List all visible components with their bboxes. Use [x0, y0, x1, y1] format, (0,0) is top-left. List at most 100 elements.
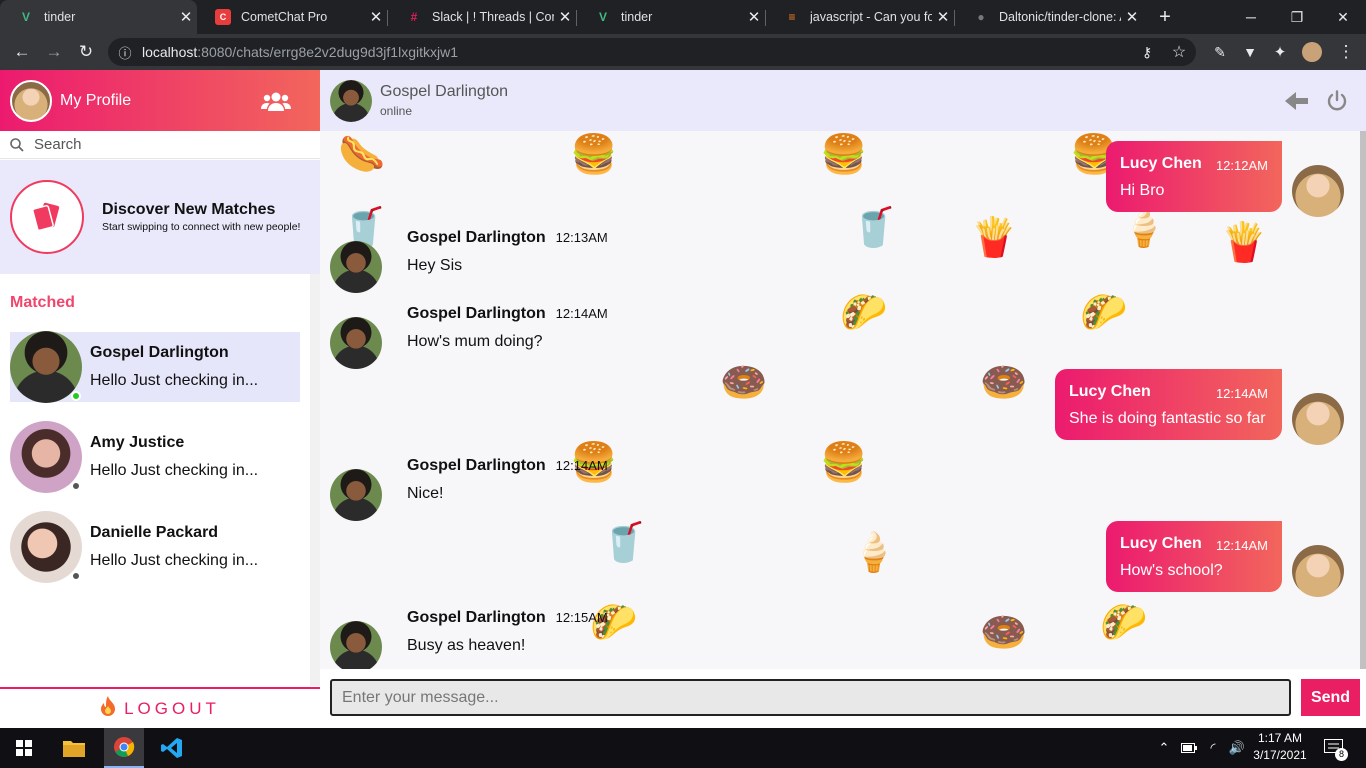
new-tab-button[interactable]: + — [1150, 0, 1180, 34]
close-tab-icon[interactable]: ✕ — [365, 8, 387, 26]
extension-icon[interactable]: ✎ — [1206, 34, 1234, 70]
match-meta: Gospel Darlington Hello Just checking in… — [90, 344, 258, 390]
messages-scrollbar[interactable] — [1360, 131, 1366, 669]
notifications-icon[interactable]: 8 — [1316, 728, 1352, 768]
message-bubble-sent[interactable]: Lucy Chen 12:14AM She is doing fantastic… — [1055, 369, 1282, 440]
message-header: Gospel Darlington 12:14AM — [407, 457, 608, 475]
match-meta: Danielle Packard Hello Just checking in.… — [90, 524, 258, 570]
close-tab-icon[interactable]: ✕ — [932, 8, 954, 26]
back-arrow-icon[interactable] — [1282, 86, 1312, 116]
contact-avatar[interactable] — [330, 79, 372, 122]
message-received[interactable]: Gospel Darlington 12:14AM How's mum doing… — [330, 305, 608, 369]
contact-info: Gospel Darlington online — [380, 83, 1282, 118]
new-tab-label: + — [1159, 5, 1171, 28]
message-time: 12:14AM — [555, 458, 608, 473]
food-pattern-icon: 🥤 — [850, 207, 898, 249]
close-tab-icon[interactable]: ✕ — [743, 8, 765, 26]
back-nav-icon[interactable]: ← — [8, 34, 36, 70]
send-button[interactable]: Send — [1301, 679, 1360, 716]
system-clock[interactable]: 1:17 AM 3/17/2021 — [1250, 730, 1310, 764]
message-text: Hi Bro — [1120, 182, 1165, 199]
message-list: 🌭 🍔 🍔 🍔 🥤 🥤 🍦 🍟 🍟 🌮 🌮 🍩 🍩 🍔 🍔 🥤 🥤 🍦 🌮 🌮 … — [320, 131, 1360, 669]
file-explorer-icon[interactable] — [54, 728, 94, 768]
chevron-up-icon[interactable]: ⌃ — [1152, 728, 1176, 768]
vscode-icon[interactable] — [152, 728, 192, 768]
match-item-danielle-packard[interactable]: Danielle Packard Hello Just checking in.… — [10, 511, 300, 583]
message-input[interactable] — [330, 679, 1291, 716]
flame-icon — [100, 696, 116, 721]
cometchat-logo-icon: C — [215, 9, 231, 25]
match-name: Gospel Darlington — [90, 344, 229, 361]
match-name: Danielle Packard — [90, 524, 219, 541]
message-time: 12:13AM — [555, 230, 608, 245]
chrome-icon[interactable] — [104, 728, 144, 768]
match-item-amy-justice[interactable]: Amy Justice Hello Just checking in... — [10, 421, 300, 493]
close-window-button[interactable]: ✕ — [1320, 0, 1366, 34]
vue-logo-icon: V — [598, 10, 607, 24]
wifi-icon[interactable]: ◜ — [1202, 728, 1224, 768]
people-icon[interactable] — [260, 89, 292, 113]
forward-nav-icon[interactable]: → — [40, 34, 68, 70]
volume-icon[interactable]: 🔊 — [1226, 728, 1248, 768]
windows-start-icon[interactable] — [4, 728, 44, 768]
food-pattern-icon: 🌮 — [1100, 602, 1148, 644]
match-avatar — [10, 511, 82, 583]
battery-icon[interactable] — [1178, 728, 1200, 768]
food-pattern-icon: 🍦 — [850, 532, 898, 574]
message-bubble-sent[interactable]: Lucy Chen 12:14AM How's school? — [1106, 521, 1282, 592]
message-body: Gospel Darlington 12:14AM Nice! — [407, 457, 608, 521]
match-name: Amy Justice — [90, 434, 185, 451]
cards-icon — [10, 180, 84, 254]
slack-logo-icon: # — [410, 10, 418, 24]
power-icon[interactable] — [1322, 86, 1352, 116]
match-meta: Amy Justice Hello Just checking in... — [90, 434, 258, 480]
close-tab-icon[interactable]: ✕ — [554, 8, 576, 26]
food-pattern-icon: 🍟 — [1220, 222, 1268, 264]
contact-status: online — [380, 104, 413, 118]
match-preview: Hello Just checking in... — [90, 552, 259, 569]
browser-tab[interactable]: V tinder ✕ — [0, 0, 197, 34]
browser-tab[interactable]: ● Daltonic/tinder-clone: A ✕ — [955, 0, 1143, 34]
message-header: Gospel Darlington 12:15AM — [407, 609, 608, 627]
message-received[interactable]: Gospel Darlington 12:13AM Hey Sis — [330, 229, 608, 293]
sidebar-scrollbar[interactable] — [310, 274, 320, 686]
browser-tab[interactable]: C CometChat Pro ✕ — [197, 0, 387, 34]
profile-avatar-icon[interactable] — [1298, 34, 1326, 70]
minimize-window-button[interactable]: ─ — [1228, 0, 1274, 34]
vue-devtools-icon[interactable]: ▼ — [1236, 34, 1264, 70]
close-tab-icon[interactable]: ✕ — [175, 8, 197, 26]
discover-new-matches-card[interactable]: Discover New Matches Start swipping to c… — [0, 160, 320, 274]
logout-button[interactable]: LOGOUT — [0, 687, 320, 728]
contact-name: Gospel Darlington — [380, 83, 509, 100]
bookmark-star-icon[interactable]: ☆ — [1162, 42, 1196, 62]
message-header: Gospel Darlington 12:14AM — [407, 305, 608, 323]
browser-tab[interactable]: ≡ javascript - Can you for ✕ — [766, 0, 954, 34]
key-icon[interactable]: ⚷ — [1132, 44, 1162, 61]
reload-icon[interactable]: ↻ — [72, 34, 100, 70]
search-input[interactable] — [34, 136, 320, 153]
site-info-icon[interactable]: ⓘ — [108, 43, 142, 62]
match-item-gospel-darlington[interactable]: Gospel Darlington Hello Just checking in… — [10, 331, 300, 403]
extensions-puzzle-icon[interactable]: ✦ — [1266, 34, 1294, 70]
address-bar[interactable]: ⓘ localhost:8080/chats/errg8e2v2dug9d3jf… — [108, 38, 1196, 66]
message-text: Nice! — [407, 485, 444, 502]
logout-label: LOGOUT — [124, 698, 220, 718]
browser-tab-bar: V tinder ✕ C CometChat Pro ✕ # Slack | !… — [0, 0, 1366, 34]
my-profile-link[interactable]: My Profile — [60, 92, 260, 110]
vue-logo-icon: V — [21, 10, 30, 24]
sender-avatar — [1292, 545, 1344, 597]
sender-avatar — [330, 241, 382, 293]
logout-accent-line — [0, 687, 110, 689]
food-pattern-icon: 🍟 — [970, 217, 1018, 259]
message-received[interactable]: Gospel Darlington 12:14AM Nice! — [330, 457, 608, 521]
food-pattern-icon: 🍩 — [720, 362, 768, 404]
menu-kebab-icon[interactable]: ⋮ — [1332, 34, 1360, 70]
browser-tab[interactable]: # Slack | ! Threads | Come ✕ — [388, 0, 576, 34]
maximize-window-button[interactable]: ❐ — [1274, 0, 1320, 34]
offline-status-dot — [71, 571, 81, 581]
message-bubble-sent[interactable]: Lucy Chen 12:12AM Hi Bro — [1106, 141, 1282, 212]
browser-tab[interactable]: V tinder ✕ — [577, 0, 765, 34]
message-received[interactable]: Gospel Darlington 12:15AM Busy as heaven! — [330, 609, 608, 669]
close-tab-icon[interactable]: ✕ — [1121, 8, 1143, 26]
my-avatar[interactable] — [10, 79, 52, 122]
